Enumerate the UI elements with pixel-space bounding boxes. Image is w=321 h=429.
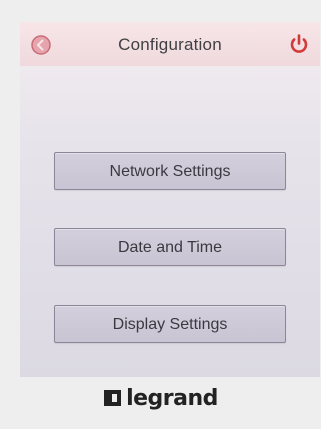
title-bar: Configuration (20, 22, 320, 66)
device-frame: Configuration Network Settings Date and … (0, 0, 321, 429)
brand-logo: legrand (0, 383, 321, 413)
legrand-mark-icon (104, 390, 122, 406)
brand-name: legrand (126, 385, 218, 411)
power-button[interactable] (288, 33, 310, 55)
power-icon (290, 34, 308, 53)
display-settings-button[interactable]: Display Settings (54, 305, 286, 343)
network-settings-button[interactable]: Network Settings (54, 152, 286, 190)
page-title: Configuration (118, 35, 222, 54)
touch-screen: Configuration Network Settings Date and … (20, 22, 320, 377)
date-and-time-button[interactable]: Date and Time (54, 228, 286, 266)
